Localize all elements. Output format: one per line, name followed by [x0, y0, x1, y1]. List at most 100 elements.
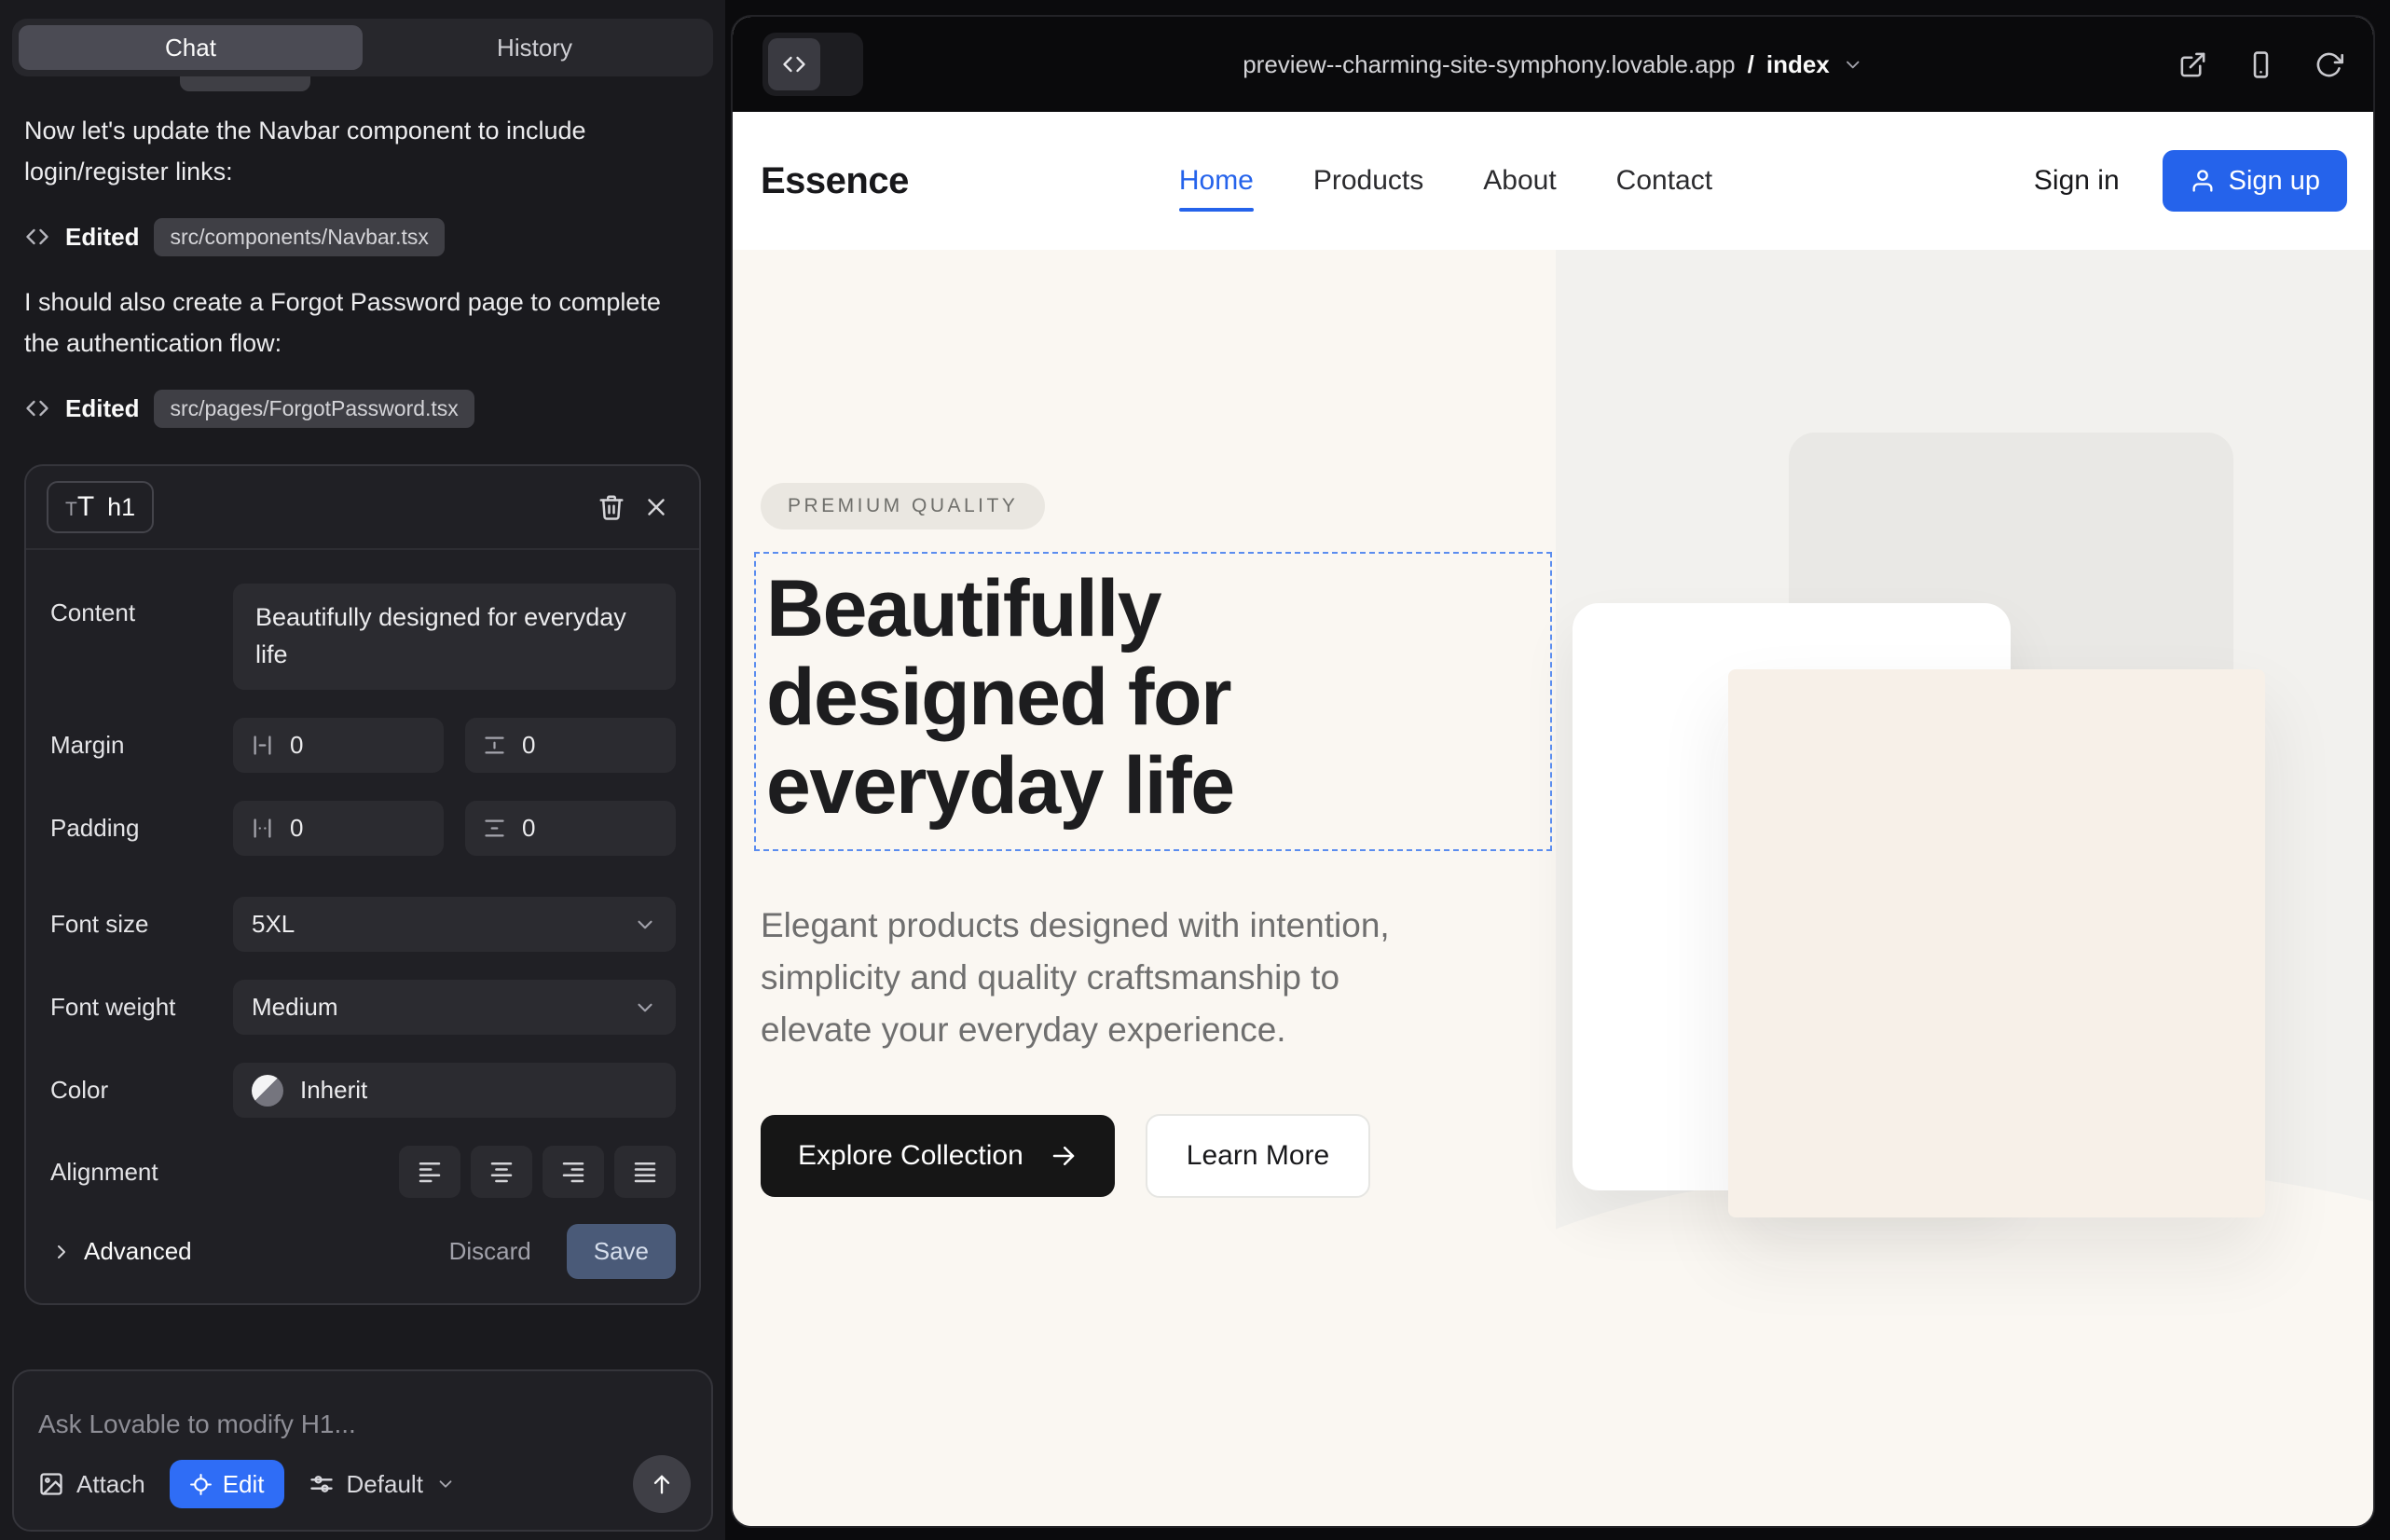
chevron-down-icon	[633, 996, 657, 1020]
align-center-button[interactable]	[471, 1146, 532, 1198]
editor-body: Content Beautifully designed for everyda…	[26, 550, 699, 1198]
margin-y-input[interactable]: 0	[465, 718, 676, 773]
site-logo[interactable]: Essence	[761, 160, 909, 202]
hero-cta-row: Explore Collection Learn More	[761, 1114, 1600, 1198]
sign-in-button[interactable]: Sign in	[2034, 165, 2120, 197]
url-path: index	[1766, 50, 1830, 79]
padding-horizontal-icon	[250, 816, 275, 841]
learn-more-button[interactable]: Learn More	[1146, 1114, 1370, 1198]
align-right-icon	[559, 1158, 587, 1186]
site-auth-actions: Sign in Sign up	[2034, 150, 2347, 212]
code-icon	[768, 38, 820, 90]
type-icon: TT	[65, 491, 94, 523]
explore-collection-label: Explore Collection	[798, 1140, 1023, 1172]
color-row: Color Inherit	[50, 1063, 676, 1118]
attach-button[interactable]: Attach	[38, 1470, 145, 1499]
image-icon	[38, 1471, 64, 1497]
align-left-button[interactable]	[399, 1146, 460, 1198]
tab-history[interactable]: History	[363, 25, 707, 70]
url-dropdown[interactable]: preview--charming-site-symphony.lovable.…	[1243, 50, 1863, 79]
discard-button[interactable]: Discard	[449, 1237, 531, 1266]
chevron-down-icon	[435, 1474, 456, 1494]
align-justify-button[interactable]	[614, 1146, 676, 1198]
explore-collection-button[interactable]: Explore Collection	[761, 1115, 1115, 1197]
delete-element-button[interactable]	[589, 485, 634, 529]
code-preview-toggle[interactable]	[762, 33, 863, 96]
content-textarea[interactable]: Beautifully designed for everyday life	[233, 584, 676, 690]
color-swatch	[252, 1075, 283, 1107]
url-separator: /	[1748, 50, 1754, 79]
nav-link-home[interactable]: Home	[1179, 165, 1254, 197]
padding-y-input[interactable]: 0	[465, 801, 676, 856]
edited-file-row: Edited src/components/Navbar.tsx	[24, 216, 701, 257]
save-button[interactable]: Save	[567, 1224, 676, 1279]
edited-file-row: Edited src/pages/ForgotPassword.tsx	[24, 388, 701, 429]
code-icon	[24, 395, 50, 421]
editor-footer: Advanced Discard Save	[26, 1209, 699, 1303]
align-left-icon	[416, 1158, 444, 1186]
edited-label: Edited	[65, 394, 139, 423]
preview-window: preview--charming-site-symphony.lovable.…	[731, 15, 2375, 1528]
font-size-value: 5XL	[252, 910, 295, 939]
margin-label: Margin	[50, 731, 233, 760]
padding-x-input[interactable]: 0	[233, 801, 444, 856]
refresh-icon[interactable]	[2314, 50, 2343, 79]
model-default-button[interactable]: Default	[309, 1470, 456, 1499]
alignment-label: Alignment	[50, 1158, 233, 1187]
premium-quality-badge: PREMIUM QUALITY	[761, 483, 1045, 529]
font-size-select[interactable]: 5XL	[233, 897, 676, 952]
margin-row: Margin 0 0	[50, 718, 676, 773]
chevron-right-icon	[50, 1241, 73, 1263]
margin-x-value: 0	[290, 731, 303, 760]
file-chip-navbar[interactable]: src/components/Navbar.tsx	[154, 218, 444, 256]
sign-up-button[interactable]: Sign up	[2163, 150, 2347, 212]
nav-link-products[interactable]: Products	[1313, 165, 1423, 197]
edit-mode-button[interactable]: Edit	[170, 1460, 284, 1508]
browser-chrome: preview--charming-site-symphony.lovable.…	[733, 17, 2373, 112]
margin-vertical-icon	[482, 733, 507, 758]
tab-chat[interactable]: Chat	[19, 25, 363, 70]
code-icon	[24, 224, 50, 250]
color-value: Inherit	[300, 1076, 367, 1105]
content-row: Content Beautifully designed for everyda…	[50, 584, 676, 690]
site-nav-links: Home Products About Contact	[1179, 165, 1712, 197]
chat-history-tabs: Chat History	[12, 19, 713, 76]
mobile-view-icon[interactable]	[2246, 50, 2275, 79]
font-weight-select[interactable]: Medium	[233, 980, 676, 1035]
close-editor-button[interactable]	[634, 485, 679, 529]
hero-paragraph: Elegant products designed with intention…	[761, 900, 1600, 1056]
font-weight-row: Font weight Medium	[50, 980, 676, 1035]
alignment-row: Alignment	[50, 1146, 676, 1198]
nav-link-about[interactable]: About	[1483, 165, 1556, 197]
attach-label: Attach	[76, 1470, 145, 1499]
chevron-down-icon	[633, 913, 657, 937]
color-label: Color	[50, 1076, 233, 1105]
margin-x-input[interactable]: 0	[233, 718, 444, 773]
selected-h1-outline[interactable]: Beautifully designed for everyday life	[754, 552, 1552, 851]
padding-x-value: 0	[290, 814, 303, 843]
font-size-row: Font size 5XL	[50, 897, 676, 952]
arrow-up-icon	[649, 1471, 675, 1497]
color-select[interactable]: Inherit	[233, 1063, 676, 1118]
sign-up-label: Sign up	[2229, 166, 2320, 197]
align-right-button[interactable]	[543, 1146, 604, 1198]
element-tag: h1	[107, 493, 135, 522]
nav-link-contact[interactable]: Contact	[1616, 165, 1712, 197]
margin-horizontal-icon	[250, 733, 275, 758]
open-external-icon[interactable]	[2178, 50, 2207, 79]
send-button[interactable]	[633, 1455, 691, 1513]
content-label: Content	[50, 584, 233, 627]
advanced-toggle[interactable]: Advanced	[50, 1237, 192, 1266]
file-chip-forgot-password[interactable]: src/pages/ForgotPassword.tsx	[154, 390, 474, 428]
assistant-message: I should also create a Forgot Password p…	[24, 282, 677, 364]
user-icon	[2190, 168, 2216, 194]
chat-panel: Chat History Now let's update the Navbar…	[0, 0, 725, 1540]
site-navbar: Essence Home Products About Contact Sign…	[733, 112, 2373, 250]
site-preview: Essence Home Products About Contact Sign…	[733, 112, 2373, 1526]
editor-header: TT h1	[26, 466, 699, 550]
composer-input[interactable]	[38, 1394, 691, 1455]
padding-vertical-icon	[482, 816, 507, 841]
padding-y-value: 0	[522, 814, 535, 843]
trash-icon	[598, 493, 625, 521]
assistant-message: Now let's update the Navbar component to…	[24, 110, 677, 192]
